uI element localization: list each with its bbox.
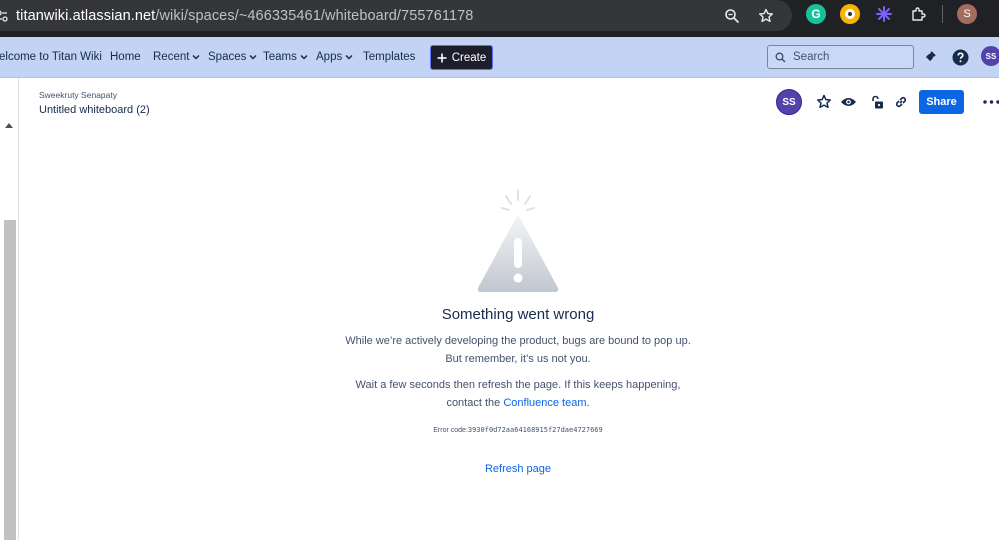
error-code-value: 3930f0d72aa64168915f27dae4727669 bbox=[467, 426, 603, 434]
error-contact-line: contact the Confluence team. bbox=[0, 394, 999, 412]
error-message-line: But remember, it’s us not you. bbox=[445, 353, 591, 365]
search-input[interactable] bbox=[793, 51, 903, 63]
star-icon[interactable] bbox=[815, 93, 833, 111]
nav-item-apps[interactable]: Apps bbox=[316, 51, 353, 63]
url-host: titanwiki.atlassian.net bbox=[16, 7, 156, 24]
notifications-icon[interactable] bbox=[921, 48, 939, 66]
zoom-icon[interactable] bbox=[722, 6, 742, 26]
bookmark-star-icon[interactable] bbox=[756, 6, 776, 26]
nav-item-templates[interactable]: Templates bbox=[363, 51, 415, 63]
nav-item-label: Templates bbox=[363, 51, 416, 63]
nav-item-home[interactable]: Home bbox=[110, 51, 141, 63]
contact-suffix: . bbox=[586, 397, 590, 409]
chevron-down-icon bbox=[192, 54, 200, 60]
nav-item-site-home[interactable]: elcome to Titan Wiki bbox=[0, 51, 102, 63]
toolbar-divider bbox=[942, 5, 943, 23]
more-actions-icon[interactable] bbox=[982, 93, 999, 111]
nav-item-label: Home bbox=[110, 51, 141, 63]
contact-prefix: contact the bbox=[446, 397, 501, 409]
nav-item-teams[interactable]: Teams bbox=[263, 51, 308, 63]
grammarly-extension-icon[interactable]: G bbox=[806, 4, 826, 24]
nav-item-label: Spaces bbox=[208, 51, 247, 63]
error-code-label: Error code: bbox=[433, 427, 468, 434]
breadcrumb[interactable]: Sweekruty Senapaty bbox=[39, 90, 117, 100]
site-info-icon[interactable] bbox=[0, 10, 10, 22]
share-button[interactable]: Share bbox=[919, 90, 964, 114]
url-text[interactable]: titanwiki.atlassian.net/wiki/spaces/~466… bbox=[16, 8, 473, 24]
chevron-down-icon bbox=[300, 54, 308, 60]
nav-item-spaces[interactable]: Spaces bbox=[208, 51, 257, 63]
watch-eye-icon[interactable] bbox=[839, 93, 857, 111]
user-avatar[interactable]: SS bbox=[981, 46, 999, 66]
refresh-page-link[interactable]: Refresh page bbox=[0, 463, 999, 475]
copy-link-icon[interactable] bbox=[892, 93, 910, 111]
help-icon[interactable] bbox=[951, 48, 969, 66]
confluence-team-link[interactable]: Confluence team bbox=[503, 397, 586, 409]
nav-item-label: Teams bbox=[263, 51, 297, 63]
nav-item-label: elcome to Titan Wiki bbox=[0, 51, 102, 63]
create-button-label: Create bbox=[451, 51, 487, 64]
extensions-puzzle-icon[interactable] bbox=[908, 4, 928, 24]
scroll-up-arrow-icon[interactable] bbox=[5, 123, 13, 128]
extension-icon[interactable] bbox=[840, 4, 860, 24]
page-title[interactable]: Untitled whiteboard (2) bbox=[39, 104, 150, 116]
chevron-down-icon bbox=[249, 54, 257, 60]
confluence-top-nav: elcome to Titan Wiki Home Recent Spaces … bbox=[0, 37, 999, 78]
sparkle-extension-icon[interactable] bbox=[874, 4, 894, 24]
plus-icon bbox=[437, 53, 447, 62]
restrictions-lock-icon[interactable] bbox=[868, 93, 886, 111]
browser-toolbar: titanwiki.atlassian.net/wiki/spaces/~466… bbox=[0, 0, 999, 37]
url-path: /wiki/spaces/~466335461/whiteboard/75576… bbox=[155, 7, 474, 24]
error-message-line: Wait a few seconds then refresh the page… bbox=[355, 379, 681, 391]
nav-item-label: Recent bbox=[153, 51, 190, 63]
nav-item-label: Apps bbox=[316, 51, 343, 63]
create-button[interactable]: Create bbox=[430, 45, 493, 70]
warning-illustration-icon bbox=[477, 189, 559, 292]
error-title: Something went wrong bbox=[441, 306, 595, 323]
chevron-down-icon bbox=[345, 54, 353, 60]
error-message-line: While we’re actively developing the prod… bbox=[345, 335, 691, 347]
error-code: Error code:3930f0d72aa64168915f27dae4727… bbox=[0, 426, 999, 434]
collaborator-avatar[interactable]: SS bbox=[776, 89, 802, 115]
address-bar[interactable]: titanwiki.atlassian.net/wiki/spaces/~466… bbox=[0, 0, 792, 31]
nav-item-recent[interactable]: Recent bbox=[153, 51, 200, 63]
profile-avatar[interactable]: S bbox=[957, 4, 977, 24]
search-field[interactable] bbox=[767, 45, 914, 69]
search-icon bbox=[775, 52, 786, 63]
